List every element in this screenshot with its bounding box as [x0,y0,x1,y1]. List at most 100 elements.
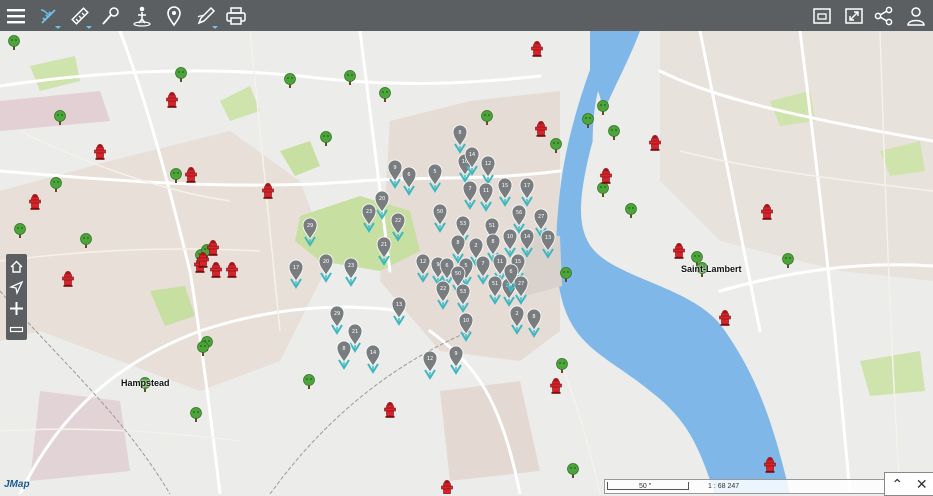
cluster-marker[interactable]: 13 [391,296,407,326]
tree-icon[interactable] [556,358,568,374]
cluster-marker[interactable]: 12 [415,253,431,283]
tree-icon[interactable] [344,70,356,86]
fire-hydrant-icon[interactable] [185,167,197,183]
tree-icon[interactable] [14,223,26,239]
cluster-marker[interactable]: 8 [336,340,352,370]
cluster-marker[interactable]: 23 [361,203,377,233]
ruler-tool-button[interactable] [66,2,93,29]
cluster-marker[interactable]: 9 [448,345,464,375]
tree-icon[interactable] [597,100,609,116]
fire-hydrant-icon[interactable] [210,262,222,278]
print-button[interactable] [222,2,249,29]
zoom-out-button[interactable] [6,319,27,340]
cluster-marker[interactable]: 12 [422,350,438,380]
tree-icon[interactable] [379,87,391,103]
cluster-marker[interactable]: 8 [450,234,466,264]
fire-hydrant-icon[interactable] [550,378,562,394]
map-canvas[interactable]: 8 10 14 12 9 6 5 7 11 15 17 20 23 22 50 53 51 56 27 13 29 21 8… [0,31,933,494]
tree-icon[interactable] [560,267,572,283]
fire-hydrant-icon[interactable] [94,144,106,160]
fire-hydrant-icon[interactable] [600,168,612,184]
cluster-marker[interactable]: 9 [387,159,403,189]
expand-panel-button[interactable]: ⌃ [891,477,903,491]
cluster-marker[interactable]: 11 [478,182,494,212]
fire-hydrant-icon[interactable] [761,204,773,220]
fire-hydrant-icon[interactable] [262,183,274,199]
cluster-marker[interactable]: 2 [509,305,525,335]
share-button[interactable] [870,2,897,29]
cluster-marker[interactable]: 14 [519,228,535,258]
cluster-marker[interactable]: 14 [365,344,381,374]
cluster-marker[interactable]: 13 [540,229,556,259]
tree-icon[interactable] [782,253,794,269]
fire-hydrant-icon[interactable] [226,262,238,278]
fire-hydrant-icon[interactable] [764,457,776,473]
fire-hydrant-icon[interactable] [29,194,41,210]
cluster-marker[interactable]: 20 [318,253,334,283]
person-location-button[interactable] [128,2,155,29]
fire-hydrant-icon[interactable] [649,135,661,151]
cluster-marker[interactable]: 15 [497,177,513,207]
tree-icon[interactable] [481,110,493,126]
tree-icon[interactable] [582,113,594,129]
fire-hydrant-icon[interactable] [441,480,453,494]
cluster-marker[interactable]: 21 [376,236,392,266]
fire-hydrant-icon[interactable] [62,271,74,287]
cluster-marker[interactable]: 22 [435,280,451,310]
cluster-marker[interactable]: 23 [343,257,359,287]
cluster-marker[interactable]: 56 [511,204,527,234]
tree-icon[interactable] [50,177,62,193]
tree-icon[interactable] [175,67,187,83]
cluster-marker[interactable]: 7 [462,180,478,210]
cluster-marker[interactable]: 50 [432,203,448,233]
fire-hydrant-icon[interactable] [535,121,547,137]
fire-hydrant-icon[interactable] [384,402,396,418]
cluster-marker[interactable]: 10 [458,312,474,342]
tree-icon[interactable] [190,407,202,423]
cluster-marker[interactable]: 8 [526,308,542,338]
tree-icon[interactable] [608,125,620,141]
cluster-marker[interactable]: 20 [374,190,390,220]
menu-button[interactable] [2,2,29,29]
cluster-marker[interactable]: 5 [427,163,443,193]
draw-button[interactable] [192,2,219,29]
user-button[interactable] [902,2,929,29]
tree-icon[interactable] [8,35,20,51]
tree-icon[interactable] [197,341,209,357]
tree-icon[interactable] [54,110,66,126]
cluster-marker[interactable]: 53 [455,283,471,313]
fire-hydrant-icon[interactable] [673,243,685,259]
cluster-marker[interactable]: 29 [329,305,345,335]
close-panel-button[interactable]: ✕ [916,477,928,491]
pushpin-button[interactable] [97,2,124,29]
cluster-marker[interactable]: 17 [519,177,535,207]
cluster-marker[interactable]: 27 [513,275,529,305]
tree-icon[interactable] [284,73,296,89]
cluster-marker[interactable]: 51 [487,275,503,305]
cluster-marker[interactable]: 29 [302,217,318,247]
cluster-marker[interactable]: 8 [452,124,468,154]
tree-icon[interactable] [320,131,332,147]
cluster-marker[interactable]: 10 [502,228,518,258]
fullscreen-button[interactable] [840,2,867,29]
fire-hydrant-icon[interactable] [719,310,731,326]
window-button[interactable] [808,2,835,29]
tree-icon[interactable] [170,168,182,184]
tree-icon[interactable] [567,463,579,479]
cluster-marker[interactable]: 12 [480,155,496,185]
fire-hydrant-icon[interactable] [166,92,178,108]
tree-icon[interactable] [625,203,637,219]
tree-icon[interactable] [597,182,609,198]
cluster-marker[interactable]: 7 [475,255,491,285]
tree-icon[interactable] [303,374,315,390]
zoom-in-button[interactable] [6,298,27,319]
measure-tool-button[interactable] [35,2,62,29]
cluster-marker[interactable]: 17 [288,259,304,289]
home-button[interactable] [6,256,27,277]
fire-hydrant-icon[interactable] [531,41,543,57]
cluster-marker[interactable]: 22 [390,212,406,242]
locate-button[interactable] [6,277,27,298]
cluster-marker[interactable]: 6 [401,166,417,196]
map-pin-button[interactable] [160,2,187,29]
tree-icon[interactable] [550,138,562,154]
